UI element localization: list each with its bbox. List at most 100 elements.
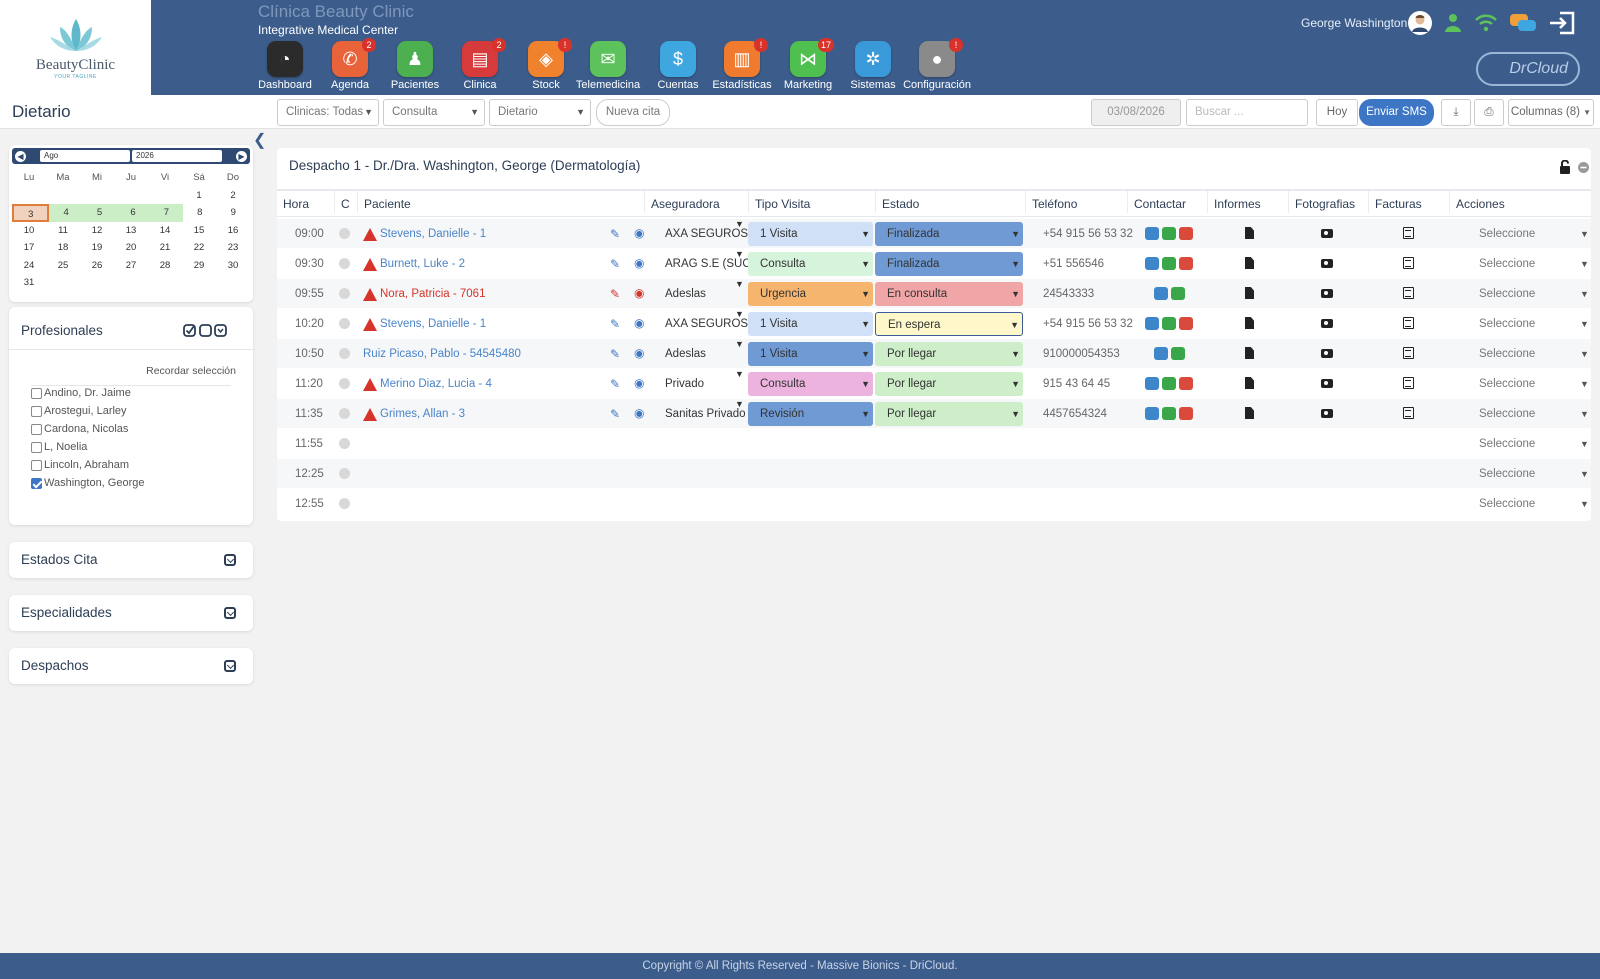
status-dot[interactable]: [339, 438, 350, 449]
especialidades-panel[interactable]: Especialidades: [9, 595, 253, 631]
whatsapp-icon[interactable]: [1162, 227, 1176, 240]
view-icon[interactable]: ◉: [634, 316, 644, 330]
calendar-day[interactable]: 1: [182, 187, 216, 205]
status-dot[interactable]: [339, 498, 350, 509]
actions-select[interactable]: Seleccione: [1479, 339, 1535, 369]
calendar-day[interactable]: 24: [12, 257, 46, 275]
calendar-day[interactable]: 13: [114, 222, 148, 240]
camera-icon[interactable]: [1321, 259, 1333, 268]
status-dot[interactable]: [339, 318, 350, 329]
view-icon[interactable]: ◉: [634, 346, 644, 360]
camera-icon[interactable]: [1321, 229, 1333, 238]
logout-icon[interactable]: [1547, 10, 1577, 36]
calendar-day[interactable]: 16: [216, 222, 250, 240]
print-button[interactable]: ⎙: [1474, 99, 1504, 126]
sms-icon[interactable]: [1145, 257, 1159, 270]
patient-link[interactable]: Stevens, Danielle - 1: [380, 219, 486, 249]
status-select[interactable]: En consulta ▼: [875, 282, 1023, 306]
whatsapp-icon[interactable]: [1171, 287, 1185, 300]
sms-icon[interactable]: [1154, 287, 1168, 300]
wifi-icon[interactable]: [1473, 10, 1499, 36]
email-icon[interactable]: [1179, 317, 1193, 330]
edit-icon[interactable]: ✎: [610, 287, 620, 301]
doctor-icon[interactable]: [1442, 10, 1464, 36]
profesional-item[interactable]: L, Noelia: [31, 441, 87, 453]
column-header[interactable]: Fotografias: [1288, 191, 1355, 213]
checkbox[interactable]: [31, 441, 42, 453]
actions-select[interactable]: Seleccione: [1479, 249, 1535, 279]
patient-link[interactable]: Ruiz Picaso, Pablo - 54545480: [363, 339, 521, 369]
recordar-seleccion-link[interactable]: Recordar selección: [146, 365, 236, 377]
profesional-item[interactable]: Washington, George: [31, 477, 144, 489]
profesional-item[interactable]: Arostegui, Larley: [31, 405, 127, 417]
column-header[interactable]: Contactar: [1127, 191, 1186, 213]
status-dot[interactable]: [339, 258, 350, 269]
enviar-sms-button[interactable]: Enviar SMS: [1359, 99, 1434, 126]
profesional-item[interactable]: Andino, Dr. Jaime: [31, 387, 131, 399]
status-dot[interactable]: [339, 288, 350, 299]
year-select[interactable]: 2026: [132, 150, 222, 162]
visit-type-select[interactable]: 1 Visita ▼: [748, 342, 873, 366]
column-header[interactable]: Teléfono: [1025, 191, 1077, 213]
module-configuracion[interactable]: ●! Configuración: [902, 38, 972, 91]
calendar-day[interactable]: 8: [183, 204, 216, 222]
user-avatar[interactable]: [1407, 10, 1433, 36]
invoice-icon[interactable]: [1403, 407, 1414, 419]
expand-icon[interactable]: [224, 660, 236, 672]
columnas-button[interactable]: Columnas (8) ▼: [1508, 99, 1594, 126]
edit-icon[interactable]: ✎: [610, 407, 620, 421]
visit-type-select[interactable]: Consulta ▼: [748, 372, 873, 396]
camera-icon[interactable]: [1321, 289, 1333, 298]
module-dashboard[interactable]: ◔ Dashboard: [250, 41, 320, 91]
invoice-icon[interactable]: [1403, 287, 1414, 299]
visit-type-select[interactable]: Consulta ▼: [748, 252, 873, 276]
patient-link[interactable]: Burnett, Luke - 2: [380, 249, 465, 279]
calendar-day[interactable]: 12: [80, 222, 114, 240]
calendar-day[interactable]: 25: [46, 257, 80, 275]
calendar-day[interactable]: 28: [148, 257, 182, 275]
calendar-day[interactable]: 15: [182, 222, 216, 240]
edit-icon[interactable]: ✎: [610, 317, 620, 331]
visit-type-select[interactable]: 1 Visita ▼: [748, 222, 873, 246]
module-marketing[interactable]: ⋈ 17 Marketing: [773, 38, 843, 91]
patient-link[interactable]: Grimes, Allan - 3: [380, 399, 465, 429]
sms-icon[interactable]: [1145, 227, 1159, 240]
view-select[interactable]: Dietario ▼: [489, 99, 591, 126]
email-icon[interactable]: [1179, 377, 1193, 390]
status-select[interactable]: Por llegar ▼: [875, 372, 1023, 396]
whatsapp-icon[interactable]: [1162, 257, 1176, 270]
camera-icon[interactable]: [1321, 379, 1333, 388]
module-cuentas[interactable]: $ Cuentas: [643, 41, 713, 91]
column-header[interactable]: Facturas: [1368, 191, 1422, 213]
checkbox[interactable]: [31, 405, 42, 417]
visit-type-select[interactable]: Revisión ▼: [748, 402, 873, 426]
status-select[interactable]: Finalizada ▼: [875, 222, 1023, 246]
actions-select[interactable]: Seleccione: [1479, 369, 1535, 399]
download-button[interactable]: ⤓: [1441, 99, 1471, 126]
calendar-day[interactable]: 3: [12, 204, 50, 222]
report-icon[interactable]: [1245, 287, 1254, 299]
module-telemedicina[interactable]: ✉ Telemedicina: [573, 41, 643, 91]
module-stock[interactable]: ◈! Stock: [511, 38, 581, 91]
despachos-panel[interactable]: Despachos: [9, 648, 253, 684]
edit-icon[interactable]: ✎: [610, 377, 620, 391]
calendar-day[interactable]: 30: [216, 257, 250, 275]
sms-icon[interactable]: [1145, 377, 1159, 390]
view-icon[interactable]: ◉: [634, 406, 644, 420]
calendar-day[interactable]: 7: [149, 204, 184, 222]
status-select[interactable]: En espera ▼: [875, 312, 1023, 336]
unlock-icon[interactable]: [1559, 160, 1571, 174]
invoice-icon[interactable]: [1403, 317, 1414, 329]
patient-link[interactable]: Nora, Patricia - 7061: [380, 279, 485, 309]
calendar-day[interactable]: 27: [114, 257, 148, 275]
checkbox[interactable]: [31, 477, 42, 489]
view-icon[interactable]: ◉: [634, 376, 644, 390]
column-header[interactable]: Tipo Visita: [748, 191, 810, 213]
whatsapp-icon[interactable]: [1162, 407, 1176, 420]
patient-link[interactable]: Stevens, Danielle - 1: [380, 309, 486, 339]
edit-icon[interactable]: ✎: [610, 347, 620, 361]
email-icon[interactable]: [1179, 227, 1193, 240]
actions-select[interactable]: Seleccione: [1479, 219, 1535, 249]
column-header[interactable]: Paciente: [357, 191, 411, 213]
checkbox[interactable]: [31, 387, 42, 399]
